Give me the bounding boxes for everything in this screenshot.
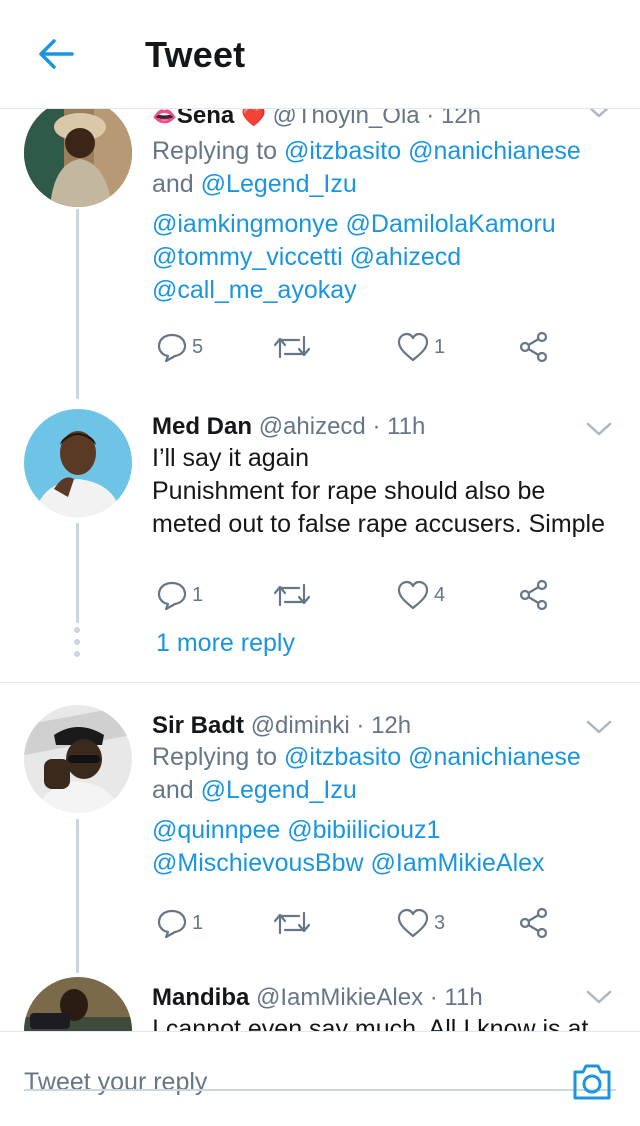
display-name[interactable]: Sena bbox=[177, 109, 234, 129]
camera-icon bbox=[573, 1064, 611, 1100]
share-icon bbox=[519, 579, 548, 611]
user-handle[interactable]: @Thoyin_Ola bbox=[273, 109, 420, 129]
chevron-down-icon[interactable] bbox=[586, 989, 612, 1005]
thread-line bbox=[76, 819, 79, 973]
reply-count: 5 bbox=[192, 335, 204, 358]
reply-icon bbox=[157, 581, 187, 611]
like-count: 1 bbox=[434, 335, 446, 358]
display-name[interactable]: Med Dan bbox=[152, 413, 252, 440]
input-underline bbox=[24, 1089, 616, 1091]
reply-count: 1 bbox=[192, 911, 204, 934]
tweet-header: Med Dan @ahizecd · 11h bbox=[152, 412, 622, 442]
like-count: 4 bbox=[434, 583, 446, 606]
tweet-text[interactable]: @iamkingmonye @DamilolaKamoru bbox=[152, 208, 622, 241]
mention-link[interactable]: @Legend_Izu bbox=[201, 776, 357, 804]
avatar[interactable] bbox=[24, 705, 132, 813]
tweet-text[interactable]: Punishment for rape should also be bbox=[152, 475, 622, 508]
like-button[interactable]: 1 bbox=[396, 327, 445, 367]
tweet-header: Sir Badt @diminki · 12h bbox=[152, 711, 622, 741]
share-icon bbox=[519, 331, 548, 363]
timestamp[interactable]: · 12h bbox=[426, 109, 481, 129]
chevron-down-icon[interactable] bbox=[586, 719, 612, 735]
heart-icon bbox=[397, 332, 429, 362]
retweet-icon bbox=[273, 335, 311, 359]
retweet-icon bbox=[273, 583, 311, 607]
reply-input[interactable]: Tweet your reply bbox=[24, 1068, 207, 1097]
avatar[interactable] bbox=[24, 409, 132, 517]
tweet-med-dan[interactable]: Med Dan @ahizecd · 11h I’ll say it again… bbox=[0, 399, 640, 683]
reply-composer: Tweet your reply bbox=[0, 1031, 640, 1126]
tweet-actions: 5 1 bbox=[152, 327, 572, 367]
tweet-text[interactable]: @quinnpee @bibiiliciouz1 bbox=[152, 814, 622, 847]
share-icon bbox=[519, 907, 548, 939]
mention-link[interactable]: @Legend_Izu bbox=[201, 170, 357, 198]
reply-feed[interactable]: 👄Sena ❤️ @Thoyin_Ola · 12h Replying to @… bbox=[0, 109, 640, 1031]
reply-count: 1 bbox=[192, 583, 204, 606]
thread-line bbox=[76, 523, 79, 623]
tweet-sena[interactable]: 👄Sena ❤️ @Thoyin_Ola · 12h Replying to @… bbox=[0, 109, 640, 399]
mention-link[interactable]: @itzbasito @nanichianese bbox=[284, 743, 581, 771]
avatar-image bbox=[24, 705, 132, 813]
reply-button[interactable]: 5 bbox=[156, 327, 203, 367]
tweet-header: 👄Sena ❤️ @Thoyin_Ola · 12h bbox=[152, 109, 622, 132]
back-button[interactable] bbox=[36, 36, 76, 72]
share-button[interactable] bbox=[518, 327, 550, 367]
heart-icon bbox=[397, 580, 429, 610]
timestamp[interactable]: · 11h bbox=[430, 984, 483, 1011]
share-button[interactable] bbox=[518, 575, 550, 615]
tweet-text[interactable]: meted out to false rape accusers. Simple bbox=[152, 508, 622, 541]
avatar-image bbox=[24, 409, 132, 517]
arrow-left-icon bbox=[39, 39, 74, 69]
retweet-button[interactable] bbox=[272, 327, 316, 367]
page-title: Tweet bbox=[145, 34, 246, 75]
tweet-header: Mandiba @IamMikieAlex · 11h bbox=[152, 983, 622, 1013]
retweet-button[interactable] bbox=[272, 903, 316, 943]
heart-emoji: ❤️ bbox=[240, 109, 266, 128]
add-photo-button[interactable] bbox=[570, 1060, 614, 1104]
tweet-actions: 1 4 bbox=[152, 575, 572, 615]
user-handle[interactable]: @diminki bbox=[251, 712, 350, 739]
reply-button[interactable]: 1 bbox=[156, 903, 203, 943]
user-handle[interactable]: @IamMikieAlex bbox=[256, 984, 423, 1011]
reply-icon bbox=[157, 333, 187, 363]
timestamp[interactable]: · 11h bbox=[372, 413, 425, 440]
reply-icon bbox=[157, 909, 187, 939]
display-name[interactable]: Mandiba bbox=[152, 984, 249, 1011]
tweet-text[interactable]: I’ll say it again bbox=[152, 442, 622, 475]
avatar[interactable] bbox=[24, 109, 132, 207]
tweet-text[interactable]: @MischievousBbw @IamMikieAlex bbox=[152, 847, 622, 880]
like-button[interactable]: 3 bbox=[396, 903, 445, 943]
display-name[interactable]: Sir Badt bbox=[152, 712, 244, 739]
chevron-down-icon[interactable] bbox=[586, 421, 612, 437]
replying-to: Replying to @itzbasito @nanichianese bbox=[152, 137, 581, 165]
heart-icon bbox=[397, 908, 429, 938]
more-replies-link[interactable]: 1 more reply bbox=[156, 629, 295, 658]
lips-emoji: 👄 bbox=[152, 109, 177, 128]
share-button[interactable] bbox=[518, 903, 550, 943]
top-bar: Tweet bbox=[0, 0, 640, 109]
tweet-mandiba[interactable]: Mandiba @IamMikieAlex · 11h I cannot eve… bbox=[0, 973, 640, 1031]
avatar-image bbox=[24, 977, 132, 1031]
mention-link[interactable]: @itzbasito @nanichianese bbox=[284, 137, 581, 165]
thread-line bbox=[76, 209, 79, 399]
replying-to: Replying to @itzbasito @nanichianese bbox=[152, 743, 581, 771]
user-handle[interactable]: @ahizecd bbox=[259, 413, 366, 440]
thread-dots bbox=[74, 627, 80, 663]
avatar[interactable] bbox=[24, 977, 132, 1031]
avatar-image bbox=[24, 109, 132, 207]
tweet-text[interactable]: @call_me_ayokay bbox=[152, 274, 622, 307]
reply-button[interactable]: 1 bbox=[156, 575, 203, 615]
like-button[interactable]: 4 bbox=[396, 575, 445, 615]
retweet-icon bbox=[273, 911, 311, 935]
retweet-button[interactable] bbox=[272, 575, 316, 615]
like-count: 3 bbox=[434, 911, 446, 934]
tweet-text[interactable]: I cannot even say much. All I know is at bbox=[152, 1013, 622, 1031]
timestamp[interactable]: · 12h bbox=[356, 712, 411, 739]
tweet-text[interactable]: @tommy_viccetti @ahizecd bbox=[152, 241, 622, 274]
chevron-down-icon[interactable] bbox=[586, 109, 612, 119]
tweet-sir-badt[interactable]: Sir Badt @diminki · 12h Replying to @itz… bbox=[0, 683, 640, 973]
tweet-actions: 1 3 bbox=[152, 903, 572, 943]
